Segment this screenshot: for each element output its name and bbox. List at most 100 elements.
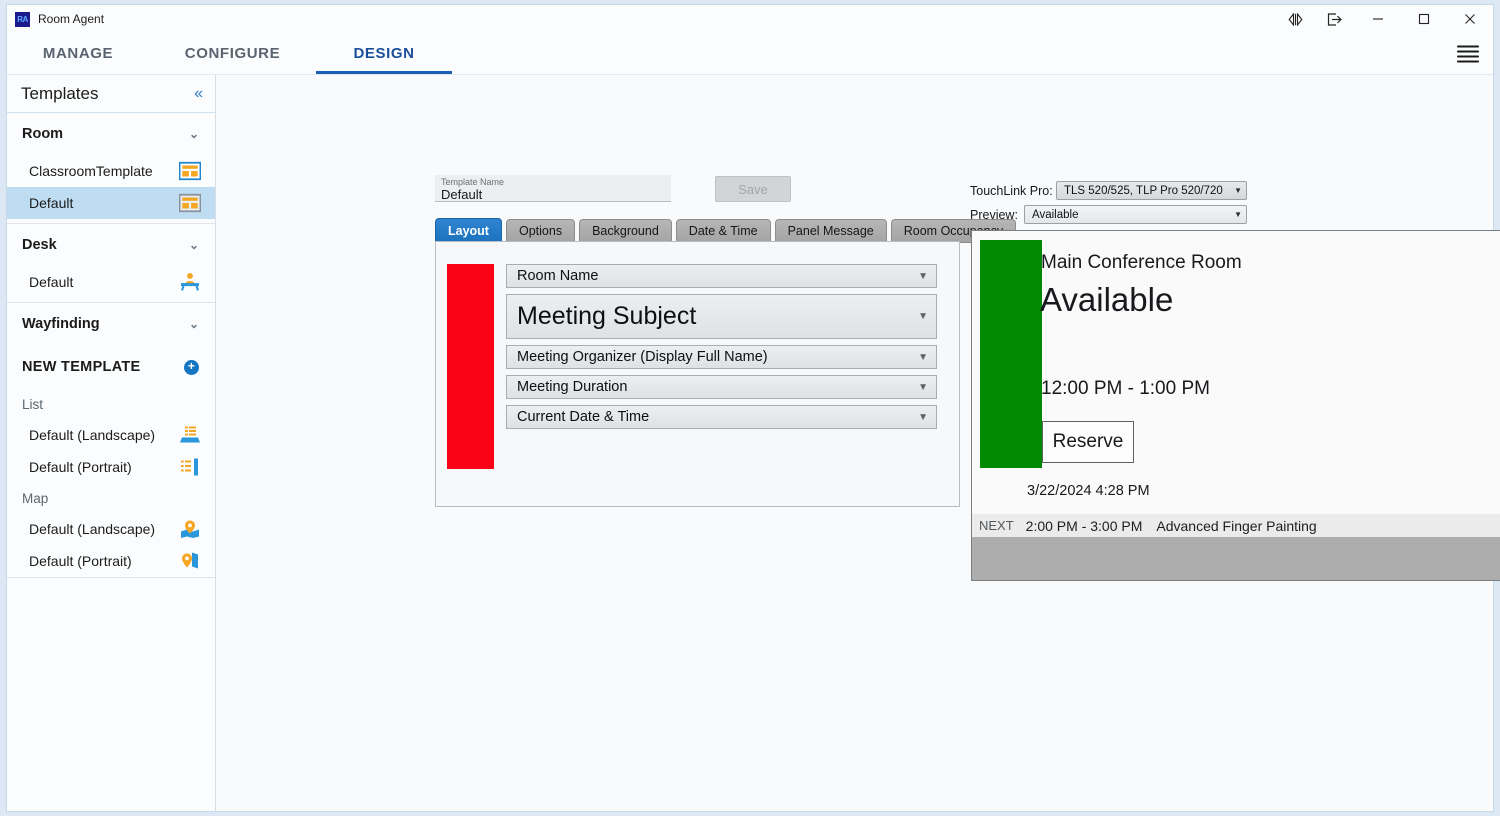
- tab-date-time[interactable]: Date & Time: [675, 219, 771, 243]
- title-bar: RA Room Agent: [7, 5, 1493, 33]
- add-plus-icon[interactable]: +: [184, 359, 199, 375]
- sidebar-filler: [7, 577, 215, 811]
- save-button[interactable]: Save: [715, 176, 791, 202]
- design-main: Template Name Default Save Layout Option…: [216, 75, 1500, 811]
- chevron-down-icon: ▼: [1234, 186, 1242, 195]
- next-meeting-row: NEXT 2:00 PM - 3:00 PM Advanced Finger P…: [972, 514, 1500, 537]
- room-template-icon: [179, 161, 201, 181]
- sidebar-group-wayfinding-label: Wayfinding: [22, 316, 100, 332]
- preview-timestamp: 3/22/2024 4:28 PM: [1027, 483, 1150, 499]
- collapse-sidebar-icon[interactable]: «: [194, 85, 203, 103]
- preview-select[interactable]: Available ▼: [1024, 205, 1247, 224]
- close-button[interactable]: [1447, 5, 1493, 33]
- app-body: Templates « Room ⌄ ClassroomTemplate Def…: [7, 75, 1500, 811]
- sidebar-item-classroomtemplate[interactable]: ClassroomTemplate: [7, 155, 215, 187]
- nav-tab-manage[interactable]: MANAGE: [43, 33, 113, 74]
- templates-sidebar: Templates « Room ⌄ ClassroomTemplate Def…: [7, 75, 216, 811]
- touchlink-label: TouchLink Pro:: [970, 183, 1053, 198]
- new-template-button[interactable]: NEW TEMPLATE +: [7, 345, 215, 389]
- preview-status: Available: [1040, 281, 1174, 318]
- sidebar-group-wayfinding[interactable]: Wayfinding ⌄: [7, 303, 215, 345]
- sidebar-title: Templates: [21, 83, 99, 103]
- chevron-down-icon: ▼: [918, 411, 928, 423]
- sidebar-item-map-portrait[interactable]: Default (Portrait): [7, 545, 215, 577]
- sidebar-item-label: ClassroomTemplate: [29, 163, 153, 179]
- chevron-down-icon: ⌄: [188, 238, 199, 252]
- nav-tab-design[interactable]: DESIGN: [316, 33, 452, 74]
- layout-field-label: Room Name: [517, 268, 599, 284]
- layout-field-room-name[interactable]: Room Name ▼: [506, 264, 937, 288]
- new-template-label: NEW TEMPLATE: [22, 359, 141, 375]
- layout-field-meeting-organizer[interactable]: Meeting Organizer (Display Full Name) ▼: [506, 345, 937, 369]
- sidebar-item-map-landscape[interactable]: Default (Landscape): [7, 513, 215, 545]
- map-landscape-icon: [179, 519, 201, 539]
- sidebar-section-list-label: List: [22, 396, 44, 412]
- nav-tab-configure[interactable]: CONFIGURE: [184, 33, 281, 74]
- tab-layout[interactable]: Layout: [435, 218, 502, 243]
- preview-row: Preview: Available ▼: [970, 205, 1247, 224]
- sidebar-section-map: Map: [7, 483, 215, 513]
- sidebar-item-default-room[interactable]: Default: [7, 187, 215, 219]
- chevron-down-icon: ▼: [1234, 210, 1242, 219]
- layout-field-meeting-duration[interactable]: Meeting Duration ▼: [506, 375, 937, 399]
- sidebar-group-room[interactable]: Room ⌄: [7, 113, 215, 155]
- main-nav: MANAGE CONFIGURE DESIGN: [7, 33, 1493, 75]
- sidebar-item-label: Default (Landscape): [29, 521, 156, 537]
- app-window: RA Room Agent MANAGE CONFIGURE DESIGN Te…: [6, 4, 1500, 812]
- template-name-label: Template Name: [441, 177, 505, 187]
- layout-field-label: Meeting Subject: [517, 302, 697, 330]
- chevron-down-icon: ▼: [918, 270, 928, 282]
- sidebar-item-label: Default (Landscape): [29, 427, 156, 443]
- template-name-input[interactable]: Template Name Default: [435, 175, 671, 202]
- touchlink-value: TLS 520/525, TLP Pro 520/720: [1064, 184, 1223, 197]
- chevron-down-icon: ▼: [918, 311, 928, 322]
- sidebar-item-list-landscape[interactable]: Default (Landscape): [7, 419, 215, 451]
- tab-panel-message[interactable]: Panel Message: [774, 219, 887, 243]
- sidebar-item-default-desk[interactable]: Default: [7, 266, 215, 298]
- layout-field-list: Room Name ▼ Meeting Subject ▼ Meeting Or…: [506, 264, 937, 435]
- sidebar-group-desk[interactable]: Desk ⌄: [7, 224, 215, 266]
- accent-color-bar[interactable]: [447, 264, 494, 469]
- sidebar-section-list: List: [7, 389, 215, 419]
- touchlink-row: TouchLink Pro: TLS 520/525, TLP Pro 520/…: [970, 181, 1247, 200]
- editor-tabstrip: Layout Options Background Date & Time Pa…: [435, 218, 1017, 243]
- next-title: Advanced Finger Painting: [1156, 517, 1317, 534]
- code-expand-icon[interactable]: [1275, 5, 1315, 33]
- preview-footer-area: [972, 537, 1500, 580]
- status-color-bar: [980, 240, 1042, 468]
- preview-room-name: Main Conference Room: [1041, 252, 1242, 273]
- sign-out-icon[interactable]: [1315, 5, 1355, 33]
- tab-options[interactable]: Options: [505, 219, 576, 243]
- next-label: NEXT: [979, 518, 1014, 533]
- room-template-icon: [179, 193, 201, 213]
- sidebar-group-desk-label: Desk: [22, 237, 57, 253]
- desk-template-icon: [179, 272, 201, 292]
- sidebar-header: Templates «: [7, 75, 215, 113]
- app-title: Room Agent: [38, 12, 105, 26]
- preview-time-range: 12:00 PM - 1:00 PM: [1041, 378, 1210, 399]
- sidebar-section-map-label: Map: [22, 490, 49, 506]
- chevron-down-icon: ▼: [918, 381, 928, 393]
- list-portrait-icon: [179, 457, 201, 477]
- sidebar-item-list-portrait[interactable]: Default (Portrait): [7, 451, 215, 483]
- touchlink-select[interactable]: TLS 520/525, TLP Pro 520/720 ▼: [1056, 181, 1247, 200]
- maximize-button[interactable]: [1401, 5, 1447, 33]
- layout-field-label: Meeting Duration: [517, 379, 628, 395]
- layout-field-label: Current Date & Time: [517, 409, 650, 425]
- map-portrait-icon: [179, 551, 201, 571]
- tab-background[interactable]: Background: [579, 219, 672, 243]
- preview-label: Preview:: [970, 207, 1018, 222]
- layout-field-meeting-subject[interactable]: Meeting Subject ▼: [506, 294, 937, 339]
- minimize-button[interactable]: [1355, 5, 1401, 33]
- hamburger-menu-icon[interactable]: [1457, 42, 1479, 65]
- next-time: 2:00 PM - 3:00 PM: [1025, 517, 1143, 534]
- sidebar-item-label: Default (Portrait): [29, 459, 132, 475]
- panel-preview: Main Conference Room Available 12:00 PM …: [971, 230, 1500, 581]
- reserve-button[interactable]: Reserve: [1042, 421, 1134, 463]
- preview-value: Available: [1032, 208, 1079, 221]
- layout-field-current-date-time[interactable]: Current Date & Time ▼: [506, 405, 937, 429]
- chevron-down-icon: ⌄: [188, 317, 199, 331]
- layout-editor-panel: Room Name ▼ Meeting Subject ▼ Meeting Or…: [435, 241, 960, 507]
- sidebar-item-label: Default (Portrait): [29, 553, 132, 569]
- window-controls: [1275, 5, 1493, 33]
